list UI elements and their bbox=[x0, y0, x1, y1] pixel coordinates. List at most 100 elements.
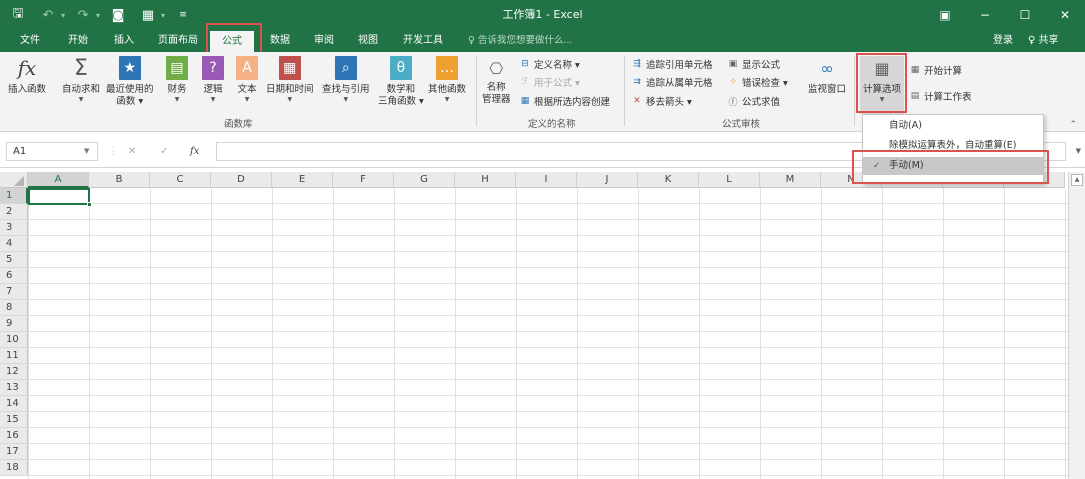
calculate-sheet-button[interactable]: ▤ 计算工作表 bbox=[908, 88, 972, 104]
login-link[interactable]: 登录 bbox=[993, 30, 1013, 52]
chevron-down-icon: ▼ bbox=[244, 96, 250, 103]
evaluate-formula-button[interactable]: ⓕ 公式求值 bbox=[726, 93, 780, 109]
row-header-15[interactable]: 15 bbox=[0, 412, 28, 428]
logical-button[interactable]: ? 逻辑 ▼ bbox=[202, 56, 224, 104]
row-header-6[interactable]: 6 bbox=[0, 268, 28, 284]
column-header-c[interactable]: C bbox=[150, 172, 211, 188]
enter-icon[interactable]: ✓ bbox=[160, 142, 168, 161]
tab-page-layout[interactable]: 页面布局 bbox=[150, 30, 206, 52]
undo-dropdown-icon[interactable]: ▾ bbox=[61, 11, 65, 20]
camera-icon[interactable]: ◙ bbox=[106, 4, 130, 26]
active-cell-a1[interactable] bbox=[28, 188, 90, 205]
row-header-1[interactable]: 1 bbox=[0, 188, 28, 204]
row-header-10[interactable]: 10 bbox=[0, 332, 28, 348]
column-header-e[interactable]: E bbox=[272, 172, 333, 188]
row-header-18[interactable]: 18 bbox=[0, 460, 28, 476]
column-header-b[interactable]: B bbox=[89, 172, 150, 188]
row-header-9[interactable]: 9 bbox=[0, 316, 28, 332]
column-header-d[interactable]: D bbox=[211, 172, 272, 188]
form-dropdown-icon[interactable]: ▾ bbox=[161, 11, 165, 20]
row-header-14[interactable]: 14 bbox=[0, 396, 28, 412]
close-icon[interactable]: ✕ bbox=[1045, 0, 1085, 30]
row-header-3[interactable]: 3 bbox=[0, 220, 28, 236]
trace-precedents-icon: ⇶ bbox=[633, 59, 641, 69]
menu-item-automatic[interactable]: 自动(A) bbox=[863, 117, 1043, 135]
customize-qat-icon[interactable]: ≡ bbox=[171, 4, 195, 26]
insert-function-button[interactable]: fx 插入函数 bbox=[8, 56, 46, 96]
cancel-icon[interactable]: ✕ bbox=[128, 142, 136, 161]
row-header-2[interactable]: 2 bbox=[0, 204, 28, 220]
row-header-11[interactable]: 11 bbox=[0, 348, 28, 364]
column-header-g[interactable]: G bbox=[394, 172, 455, 188]
column-header-a[interactable]: A bbox=[28, 172, 89, 188]
column-header-j[interactable]: J bbox=[577, 172, 638, 188]
highlight-manual-option bbox=[852, 150, 1049, 184]
tab-developer[interactable]: 开发工具 bbox=[394, 30, 452, 52]
tab-review[interactable]: 审阅 bbox=[304, 30, 344, 52]
column-header-m[interactable]: M bbox=[760, 172, 821, 188]
collapse-ribbon-icon[interactable]: ⌃ bbox=[1069, 120, 1077, 130]
tab-data[interactable]: 数据 bbox=[260, 30, 300, 52]
maximize-icon[interactable]: ☐ bbox=[1005, 0, 1045, 30]
calendar-icon: ▦ bbox=[278, 56, 301, 80]
highlight-calculation-options bbox=[856, 53, 907, 113]
lookup-reference-button[interactable]: ⌕ 查找与引用 ▼ bbox=[322, 56, 370, 104]
redo-dropdown-icon[interactable]: ▾ bbox=[96, 11, 100, 20]
recently-used-button[interactable]: ★ 最近使用的 函数 ▾ bbox=[106, 56, 154, 108]
row-header-4[interactable]: 4 bbox=[0, 236, 28, 252]
tab-file[interactable]: 文件 bbox=[10, 30, 50, 52]
minimize-icon[interactable]: − bbox=[965, 0, 1005, 30]
row-header-17[interactable]: 17 bbox=[0, 444, 28, 460]
create-from-selection-button[interactable]: ▦ 根据所选内容创建 bbox=[518, 93, 610, 109]
select-all-corner[interactable] bbox=[0, 172, 28, 188]
column-header-l[interactable]: L bbox=[699, 172, 760, 188]
remove-arrows-button[interactable]: ✕ 移去箭头 ▾ bbox=[630, 93, 692, 109]
tell-me-search[interactable]: ♀ 告诉我您想要做什么... bbox=[468, 30, 573, 52]
show-formulas-button[interactable]: ▣ 显示公式 bbox=[726, 56, 780, 72]
tab-insert[interactable]: 插入 bbox=[104, 30, 144, 52]
row-header-12[interactable]: 12 bbox=[0, 364, 28, 380]
define-name-button[interactable]: ⊟ 定义名称 ▾ bbox=[518, 56, 580, 72]
row-header-13[interactable]: 13 bbox=[0, 380, 28, 396]
row-header-7[interactable]: 7 bbox=[0, 284, 28, 300]
math-trig-button[interactable]: θ 数学和 三角函数 ▾ bbox=[378, 56, 424, 108]
date-time-button[interactable]: ▦ 日期和时间 ▼ bbox=[266, 56, 314, 104]
financial-button[interactable]: ▤ 财务 ▼ bbox=[166, 56, 188, 104]
form-icon[interactable]: ▦ bbox=[136, 4, 160, 26]
fill-handle[interactable] bbox=[87, 202, 92, 207]
save-icon[interactable]: 🖫 bbox=[6, 4, 30, 26]
name-manager-button[interactable]: ⎔ 名称 管理器 bbox=[482, 56, 511, 106]
vertical-scrollbar[interactable]: ▲ bbox=[1068, 172, 1085, 479]
undo-icon[interactable]: ↶ bbox=[36, 4, 60, 26]
error-checking-button[interactable]: ✧ 错误检查 ▾ bbox=[726, 74, 788, 90]
tab-home[interactable]: 开始 bbox=[56, 30, 100, 52]
watch-window-button[interactable]: ∞ 监视窗口 bbox=[808, 56, 846, 96]
row-header-5[interactable]: 5 bbox=[0, 252, 28, 268]
scroll-up-icon[interactable]: ▲ bbox=[1071, 174, 1083, 186]
formula-bar-grip-icon: ⋮ bbox=[108, 146, 118, 157]
more-functions-button[interactable]: … 其他函数 ▼ bbox=[428, 56, 466, 104]
calculate-sheet-icon: ▤ bbox=[910, 91, 920, 101]
trace-dependents-button[interactable]: ⇉ 追踪从属单元格 bbox=[630, 74, 712, 90]
create-from-selection-icon: ▦ bbox=[520, 96, 530, 106]
trace-precedents-button[interactable]: ⇶ 追踪引用单元格 bbox=[630, 56, 712, 72]
use-in-formula-button[interactable]: ℱ 用于公式 ▾ bbox=[518, 74, 579, 90]
cell-area[interactable] bbox=[28, 188, 1068, 479]
share-button[interactable]: ♀ 共享 bbox=[1028, 30, 1059, 52]
ribbon-display-options-icon[interactable]: ▣ bbox=[925, 0, 965, 30]
column-header-h[interactable]: H bbox=[455, 172, 516, 188]
expand-formula-bar-icon[interactable]: ▼ bbox=[1076, 142, 1081, 161]
row-header-8[interactable]: 8 bbox=[0, 300, 28, 316]
column-header-f[interactable]: F bbox=[333, 172, 394, 188]
autosum-button[interactable]: Σ 自动求和 ▼ bbox=[62, 56, 100, 104]
row-header-16[interactable]: 16 bbox=[0, 428, 28, 444]
column-header-i[interactable]: I bbox=[516, 172, 577, 188]
chevron-down-icon[interactable]: ▼ bbox=[84, 142, 89, 161]
insert-function-fx-icon[interactable]: fx bbox=[190, 142, 199, 161]
question-icon: ? bbox=[202, 56, 224, 80]
column-header-k[interactable]: K bbox=[638, 172, 699, 188]
calculate-now-button[interactable]: ▦ 开始计算 bbox=[908, 62, 962, 78]
text-button[interactable]: A 文本 ▼ bbox=[236, 56, 258, 104]
redo-icon[interactable]: ↷ bbox=[71, 4, 95, 26]
tab-view[interactable]: 视图 bbox=[346, 30, 390, 52]
